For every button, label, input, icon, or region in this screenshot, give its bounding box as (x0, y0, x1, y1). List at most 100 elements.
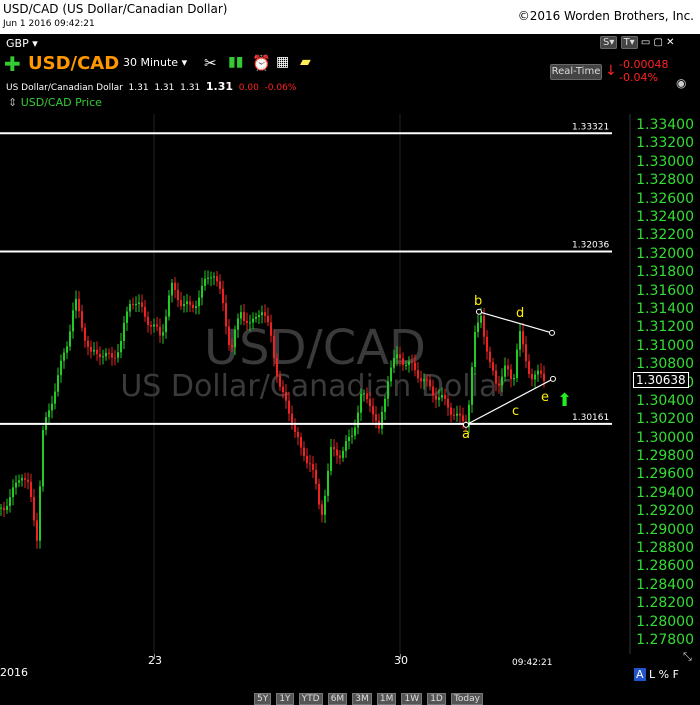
candle-body (438, 397, 440, 400)
alarm-icon[interactable]: ⏰ (252, 54, 271, 72)
candle-body (225, 303, 227, 327)
maximize-icon[interactable]: ▢ (654, 37, 663, 48)
candle-body (330, 447, 332, 471)
range-5y-button[interactable]: 5Y (254, 693, 272, 705)
candle-body (492, 362, 494, 371)
candle-body (423, 379, 425, 382)
range-6m-button[interactable]: 6M (327, 693, 348, 705)
candle-body (489, 351, 491, 363)
candle-body (357, 412, 359, 428)
candle-body (147, 316, 149, 326)
realtime-button[interactable]: Real-Time (550, 64, 602, 80)
price-axis-label: 1.28800 (636, 540, 694, 557)
candle-body (414, 362, 416, 371)
candle-body (390, 367, 392, 382)
bars-icon[interactable]: ▮▮ (228, 54, 243, 70)
text-button[interactable]: T▾ (620, 36, 638, 49)
candle-body (84, 327, 86, 341)
price-axis-label: 1.28000 (636, 613, 694, 630)
currency-dropdown[interactable]: GBP ▾ (6, 37, 38, 50)
close-icon[interactable]: ✕ (666, 37, 674, 48)
candle-body (360, 394, 362, 413)
range-1w-button[interactable]: 1W (401, 693, 423, 705)
candle-body (318, 483, 320, 505)
plus-icon[interactable]: ✚ (4, 52, 21, 76)
range-1m-button[interactable]: 1M (376, 693, 397, 705)
candle-body (531, 374, 533, 380)
candle-body (522, 331, 524, 345)
candle-body (300, 437, 302, 448)
candle-body (129, 303, 131, 312)
candle-body (249, 322, 251, 324)
price-axis-label: 1.27800 (636, 632, 694, 648)
resize-icon[interactable]: ⤡ (683, 650, 692, 664)
candle-body (369, 399, 371, 407)
candle-body (498, 383, 500, 386)
candle-body (273, 335, 275, 359)
price-axis-label: 1.31800 (636, 264, 694, 281)
price-axis-label: 1.31400 (636, 300, 694, 317)
chevron-down-icon: ▾ (181, 56, 188, 69)
price-axis-label: 1.29600 (636, 466, 694, 483)
quote-line: US Dollar/Canadian Dollar 1.31 1.31 1.31… (6, 80, 296, 93)
candle-body (387, 381, 389, 399)
candle-body (159, 326, 161, 336)
candle-body (477, 322, 479, 333)
candle-body (264, 312, 266, 316)
scale-percent-button[interactable]: % (659, 668, 669, 681)
current-price-label: 1.30638 (633, 372, 689, 388)
candle-body (57, 375, 59, 392)
note-icon[interactable]: ▰ (300, 54, 311, 70)
price-axis-label: 1.28400 (636, 576, 694, 593)
datetime-stamp: Jun 1 2016 09:42:21 (3, 19, 95, 29)
candle-body (30, 481, 32, 498)
candle-body (18, 480, 20, 483)
candle-body (24, 478, 26, 480)
candle-body (345, 441, 347, 451)
range-ytd-button[interactable]: YTD (298, 693, 323, 705)
candle-body (306, 455, 308, 464)
candle-body (9, 497, 11, 506)
minimize-icon[interactable]: ▭ (641, 37, 650, 48)
scale-auto-button[interactable]: A (634, 668, 646, 681)
candle-body (93, 349, 95, 352)
scale-log-button[interactable]: L (649, 668, 655, 681)
candle-body (39, 486, 41, 541)
candle-body (363, 393, 365, 395)
interval-dropdown[interactable]: 30 Minute ▾ (123, 56, 187, 69)
candle-body (339, 455, 341, 458)
window-controls: S▾ T▾ ▭ ▢ ✕ (600, 36, 675, 49)
range-today-button[interactable]: Today (450, 693, 483, 705)
candle-body (462, 415, 464, 422)
candle-body (444, 395, 446, 399)
indicator-row[interactable]: ⇕ USD/CAD Price (8, 96, 102, 109)
realtime-change: -0.00048 (619, 58, 669, 71)
candle-body (174, 282, 176, 290)
range-1y-button[interactable]: 1Y (276, 693, 294, 705)
candle-body (195, 306, 197, 309)
style-button[interactable]: S▾ (600, 36, 618, 49)
candle-body (528, 361, 530, 375)
calculator-icon[interactable]: ▦ (276, 54, 289, 70)
window-title: USD/CAD (US Dollar/Canadian Dollar) (3, 2, 228, 16)
level-label: 1.33321 (572, 122, 609, 132)
candle-body (342, 450, 344, 458)
scroll-icon[interactable]: ◉ (676, 76, 686, 90)
candle-body (153, 324, 155, 327)
price-axis-label: 1.30200 (636, 411, 694, 428)
indicator-label: USD/CAD Price (20, 96, 102, 109)
price-chart[interactable]: USD/CAD US Dollar/Canadian Dollar 1.3332… (0, 114, 700, 654)
symbol-label[interactable]: USD/CAD (28, 53, 119, 74)
price-axis-label: 1.32600 (636, 190, 694, 207)
candle-body (216, 276, 218, 282)
tools-icon[interactable]: ✂ (204, 54, 217, 72)
price-axis-label: 1.29400 (636, 484, 694, 501)
range-3m-button[interactable]: 3M (352, 693, 372, 705)
candle-body (105, 352, 107, 357)
scale-fit-button[interactable]: F (673, 668, 679, 681)
range-1d-button[interactable]: 1D (427, 693, 446, 705)
candle-body (279, 375, 281, 387)
candle-body (432, 386, 434, 396)
candle-body (321, 504, 323, 515)
price-axis-label: 1.32200 (636, 227, 694, 244)
